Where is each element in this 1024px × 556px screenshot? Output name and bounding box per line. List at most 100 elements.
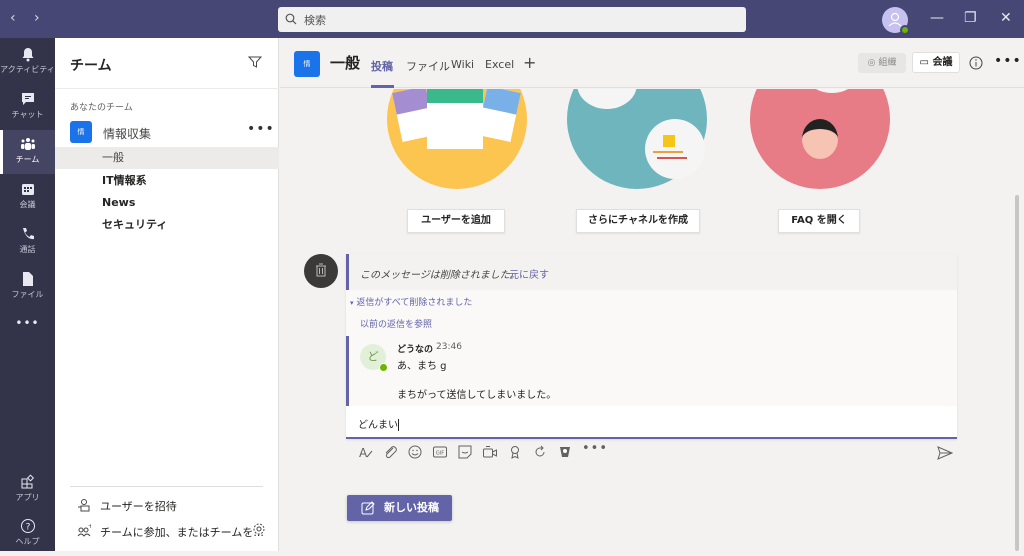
replies-deleted-label: 返信がすべて削除されました xyxy=(356,298,473,308)
more-icon[interactable]: ••• xyxy=(582,441,607,457)
invite-label: ユーザーを招待 xyxy=(100,500,177,513)
emoji-icon[interactable] xyxy=(407,444,423,460)
join-create-team-link[interactable]: + チームに参加、またはチームを... xyxy=(77,523,264,541)
meet-now-icon[interactable] xyxy=(482,444,498,460)
tab-excel[interactable]: Excel xyxy=(485,58,514,71)
faq-illustration xyxy=(750,89,890,189)
meet-label: 会議 xyxy=(932,57,953,68)
gear-icon[interactable] xyxy=(252,522,266,536)
back-button[interactable]: ‹ xyxy=(10,10,16,26)
rail-more-button[interactable]: ••• xyxy=(0,316,55,360)
channel-title: 一般 xyxy=(330,54,361,72)
rail-label: ヘルプ xyxy=(15,537,40,546)
create-channel-button[interactable]: さらにチャネルを作成 xyxy=(576,209,700,233)
rail-item-activity[interactable]: アクティビティ xyxy=(0,40,55,84)
active-tab-indicator xyxy=(371,85,394,88)
send-icon[interactable] xyxy=(937,446,953,460)
svg-text:?: ? xyxy=(25,523,30,533)
presence-available-icon xyxy=(379,363,388,372)
minimize-button[interactable]: — xyxy=(930,10,944,26)
phone-icon xyxy=(22,228,34,240)
deleted-message: このメッセージは削除されました。 元に戻す xyxy=(346,254,957,290)
apps-icon xyxy=(21,474,34,489)
reply-compose-box[interactable]: どんまい xyxy=(346,406,957,439)
rail-label: アクティビティ xyxy=(0,65,55,74)
channel-item-it[interactable]: IT情報系 xyxy=(55,170,279,192)
rail-item-teams[interactable]: チーム xyxy=(0,130,55,174)
help-icon: ? xyxy=(20,519,35,533)
text-caret xyxy=(398,419,399,431)
tab-files[interactable]: ファイル xyxy=(406,58,450,74)
add-users-button[interactable]: ユーザーを追加 xyxy=(407,209,505,233)
new-post-button[interactable]: 新しい投稿 xyxy=(347,495,452,521)
section-your-teams: あなたのチーム xyxy=(70,103,133,113)
rail-item-apps[interactable]: アプリ xyxy=(0,468,55,512)
channel-team-avatar: 情 xyxy=(294,51,320,77)
title-bar: ‹ › 検索 — ❐ ✕ xyxy=(0,0,1024,38)
bot-icon[interactable] xyxy=(557,444,573,460)
rail-item-files[interactable]: ファイル xyxy=(0,265,55,309)
team-more-button[interactable]: ••• xyxy=(247,121,275,137)
channel-item-general[interactable]: 一般 xyxy=(55,147,279,169)
reply-message: ど どうなの 23:46 あ、まち g まちがって送信してしまいました。 xyxy=(346,336,957,406)
loop-icon[interactable] xyxy=(532,444,548,460)
divider xyxy=(55,88,279,89)
scrollbar[interactable] xyxy=(1015,195,1019,551)
channel-item-news[interactable]: News xyxy=(55,192,279,214)
add-tab-button[interactable]: + xyxy=(523,53,536,72)
info-icon[interactable] xyxy=(969,56,983,70)
see-previous-replies-link[interactable]: 以前の返信を参照 xyxy=(360,317,432,330)
attach-icon[interactable] xyxy=(382,444,398,460)
team-item[interactable]: 情 情報収集 ••• xyxy=(70,121,274,143)
reply-timestamp: 23:46 xyxy=(436,342,462,352)
meet-button[interactable]: ▭ 会議 xyxy=(912,52,960,73)
close-button[interactable]: ✕ xyxy=(1000,10,1012,26)
invite-user-icon xyxy=(78,499,90,512)
create-channel-illustration xyxy=(567,89,707,189)
search-input[interactable]: 検索 xyxy=(278,7,746,32)
forward-button[interactable]: › xyxy=(34,10,40,26)
compose-input-value[interactable]: どんまい xyxy=(358,420,398,431)
rail-item-chat[interactable]: チャット xyxy=(0,85,55,129)
tab-posts[interactable]: 投稿 xyxy=(371,58,393,74)
rail-label: チャット xyxy=(11,110,44,119)
reply-author: どうなの xyxy=(397,345,434,355)
profile-avatar[interactable] xyxy=(882,7,910,35)
format-icon[interactable]: A xyxy=(358,444,374,460)
reply-text-line: あ、まち g xyxy=(397,361,447,372)
sticker-icon[interactable] xyxy=(457,444,473,460)
channel-item-security[interactable]: セキュリティ xyxy=(55,214,279,236)
calendar-icon xyxy=(21,184,34,195)
invite-users-link[interactable]: ユーザーを招待 xyxy=(77,498,177,515)
rail-item-calls[interactable]: 通話 xyxy=(0,220,55,264)
tab-wiki[interactable]: Wiki xyxy=(451,58,474,71)
rail-item-calendar[interactable]: 会議 xyxy=(0,175,55,219)
replies-deleted-toggle[interactable]: ▾ 返信がすべて削除されました xyxy=(350,295,472,308)
undo-link[interactable]: 元に戻す xyxy=(509,266,549,281)
gif-icon[interactable]: GIF xyxy=(432,444,448,460)
search-placeholder: 検索 xyxy=(304,14,326,27)
org-button[interactable]: ◎ 組織 xyxy=(858,53,906,73)
header-more-button[interactable]: ••• xyxy=(994,53,1022,69)
praise-icon[interactable] xyxy=(507,444,523,460)
rail-label: 通話 xyxy=(19,245,36,254)
rail-label: チーム xyxy=(15,155,40,164)
eye-icon: ◎ xyxy=(867,58,876,68)
rail-item-help[interactable]: ? ヘルプ xyxy=(0,512,55,556)
posts-area: ユーザーを追加 さらにチャネルを作成 FAQ を開く このメッセージは削除されま… xyxy=(280,89,1024,551)
teams-icon xyxy=(20,138,35,150)
avatar[interactable]: ど xyxy=(360,344,388,372)
svg-text:A: A xyxy=(359,446,368,460)
team-name: 情報収集 xyxy=(103,127,152,141)
open-faq-button[interactable]: FAQ を開く xyxy=(778,209,860,233)
svg-text:GIF: GIF xyxy=(436,451,444,457)
reply-text-line: まちがって送信してしまいました。 xyxy=(397,390,557,401)
filter-icon[interactable] xyxy=(248,55,262,69)
rail-label: アプリ xyxy=(15,493,40,502)
bell-icon xyxy=(22,48,33,62)
deleted-notice: このメッセージは削除されました。 xyxy=(360,270,520,281)
restore-button[interactable]: ❐ xyxy=(964,10,977,26)
compose-icon xyxy=(361,501,375,515)
sidebar-title: チーム xyxy=(70,58,112,74)
deleted-message-avatar xyxy=(304,254,338,288)
